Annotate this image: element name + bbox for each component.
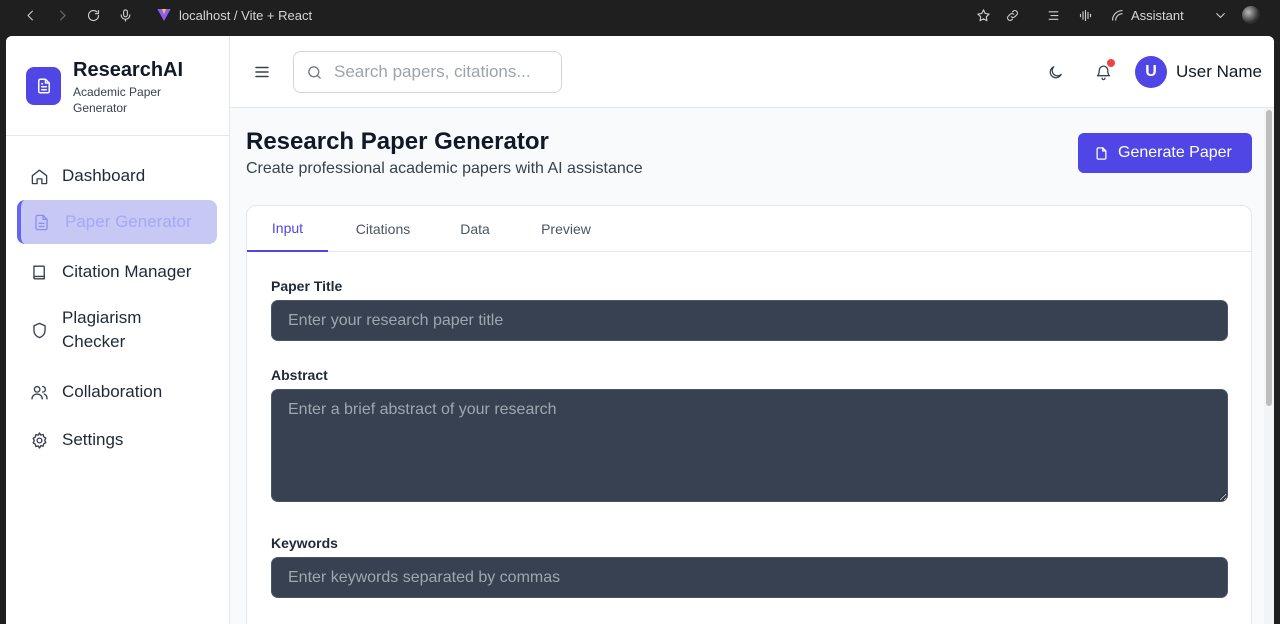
tab-bar: Input Citations Data Preview [247, 206, 1251, 252]
document-icon [31, 212, 51, 232]
browser-toolbar: localhost / Vite + React Assistant [0, 0, 1280, 30]
sidebar-item-settings[interactable]: Settings [17, 426, 217, 454]
moon-icon[interactable] [1045, 62, 1065, 82]
page-subtitle: Create professional academic papers with… [246, 160, 643, 177]
generate-paper-button[interactable]: Generate Paper [1078, 133, 1252, 173]
brand: ResearchAI Academic Paper Generator [6, 36, 230, 136]
notification-badge [1107, 59, 1115, 67]
bell-icon[interactable] [1093, 59, 1115, 82]
paper-title-input[interactable] [271, 300, 1228, 341]
book-icon [29, 262, 49, 282]
assistant-label: Assistant [1131, 7, 1184, 23]
abstract-textarea[interactable] [271, 389, 1228, 502]
sidebar-item-label: Collaboration [62, 382, 163, 401]
gear-icon [29, 430, 49, 450]
vite-logo-icon [157, 9, 171, 21]
sidebar-item-citation-manager[interactable]: Citation Manager [17, 258, 217, 286]
brand-logo-icon [26, 67, 61, 105]
top-header: U User Name [230, 36, 1274, 108]
search-icon [306, 64, 324, 82]
users-icon [29, 382, 49, 402]
menu-icon[interactable] [252, 62, 272, 82]
tab-input[interactable]: Input [247, 206, 328, 252]
assistant-button[interactable]: Assistant [1110, 5, 1184, 25]
avatar[interactable]: U [1135, 56, 1167, 88]
sidebar-item-label: Settings [62, 430, 124, 449]
document-icon [1096, 146, 1107, 160]
search-box [293, 51, 562, 93]
sidebar-item-paper-generator[interactable]: Paper Generator [17, 200, 217, 244]
tab-citations[interactable]: Citations [338, 206, 428, 252]
sidebar-item-label: Dashboard [62, 166, 146, 185]
link-icon[interactable] [1001, 4, 1023, 26]
assistant-icon [1111, 9, 1123, 21]
tab-data[interactable]: Data [445, 206, 505, 252]
star-icon[interactable] [972, 4, 994, 26]
brand-title: ResearchAI [73, 59, 184, 81]
paper-title-label: Paper Title [271, 278, 343, 294]
sidebar-item-plagiarism-checker[interactable]: Plagiarism Checker [17, 306, 217, 354]
url-text: localhost / Vite + React [179, 7, 313, 23]
profile-avatar[interactable] [1242, 6, 1260, 24]
sidebar-item-label: Plagiarism Checker [62, 308, 142, 351]
microphone-icon[interactable] [114, 4, 136, 26]
page-title: Research Paper Generator [246, 128, 549, 155]
chevron-down-icon[interactable] [1209, 4, 1231, 26]
reload-icon[interactable] [82, 4, 104, 26]
main-content: Research Paper Generator Create professi… [230, 108, 1264, 624]
paper-form-card: Input Citations Data Preview Paper Title… [246, 205, 1252, 624]
generate-paper-label: Generate Paper [1118, 144, 1232, 161]
user-name[interactable]: User Name [1176, 62, 1262, 82]
home-icon [29, 166, 49, 186]
abstract-label: Abstract [271, 367, 328, 383]
list-icon[interactable] [1042, 4, 1064, 26]
audio-wave-icon[interactable] [1074, 4, 1096, 26]
search-input[interactable] [334, 60, 554, 84]
sidebar-item-label: Citation Manager [62, 262, 192, 281]
keywords-input[interactable] [271, 557, 1228, 598]
tab-preview[interactable]: Preview [525, 206, 607, 252]
sidebar-item-collaboration[interactable]: Collaboration [17, 378, 217, 406]
forward-icon[interactable] [51, 4, 73, 26]
app-window: ResearchAI Academic Paper Generator Dash… [6, 36, 1274, 624]
brand-subtitle: Academic Paper Generator [73, 85, 162, 115]
keywords-label: Keywords [271, 535, 338, 551]
sidebar: ResearchAI Academic Paper Generator Dash… [6, 36, 230, 624]
shield-icon [29, 320, 49, 340]
address-bar[interactable]: localhost / Vite + React [156, 5, 312, 25]
back-icon[interactable] [19, 4, 41, 26]
sidebar-item-dashboard[interactable]: Dashboard [17, 162, 217, 190]
main-scrollbar[interactable] [1264, 108, 1274, 624]
sidebar-item-label: Paper Generator [65, 212, 192, 231]
scrollbar-thumb[interactable] [1266, 110, 1272, 406]
